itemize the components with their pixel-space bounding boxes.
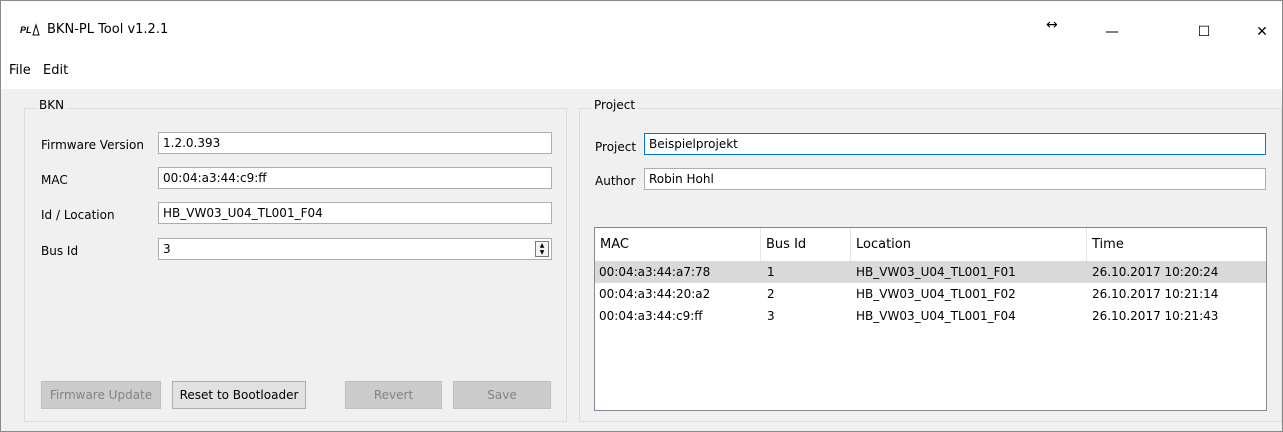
- close-button[interactable]: ✕: [1239, 17, 1283, 47]
- mac-label: MAC: [41, 173, 68, 187]
- project-label: Project: [595, 140, 637, 154]
- menu-file[interactable]: File: [9, 63, 31, 78]
- app-logo-text: PL: [20, 25, 32, 35]
- table-row[interactable]: 00:04:a3:44:a7:78 1 HB_VW03_U04_TL001_F0…: [595, 261, 1266, 283]
- cell-location: HB_VW03_U04_TL001_F04: [856, 309, 1016, 323]
- menu-bar: File Edit: [1, 57, 1282, 89]
- app-logo-icon: PL: [20, 23, 40, 36]
- cell-time: 26.10.2017 10:21:43: [1092, 309, 1219, 323]
- cell-mac: 00:04:a3:44:a7:78: [599, 265, 711, 279]
- author-field[interactable]: Robin Hohl: [644, 168, 1266, 190]
- author-label: Author: [595, 174, 636, 188]
- cell-location: HB_VW03_U04_TL001_F01: [856, 265, 1016, 279]
- bkn-groupbox: [24, 108, 567, 422]
- minimize-icon: —: [1105, 24, 1119, 40]
- column-header-location[interactable]: Location: [851, 228, 1087, 261]
- cell-time: 26.10.2017 10:21:14: [1092, 287, 1219, 301]
- reset-bootloader-button[interactable]: Reset to Bootloader: [172, 381, 306, 409]
- column-header-mac[interactable]: MAC: [595, 228, 761, 261]
- firmware-label: Firmware Version: [41, 138, 144, 152]
- project-group-title: Project: [591, 98, 639, 112]
- table-row[interactable]: 00:04:a3:44:20:a2 2 HB_VW03_U04_TL001_F0…: [595, 283, 1266, 305]
- maximize-icon: ☐: [1197, 24, 1211, 40]
- column-header-time[interactable]: Time: [1087, 228, 1266, 261]
- menu-edit[interactable]: Edit: [43, 63, 68, 78]
- cell-location: HB_VW03_U04_TL001_F02: [856, 287, 1016, 301]
- revert-button[interactable]: Revert: [345, 381, 442, 409]
- maximize-button[interactable]: ☐: [1181, 17, 1227, 47]
- mac-field[interactable]: 00:04:a3:44:c9:ff: [158, 167, 552, 189]
- close-icon: ✕: [1256, 24, 1268, 40]
- cell-busid: 2: [767, 287, 775, 301]
- spin-arrows-icon[interactable]: ▲ ▼: [535, 241, 549, 257]
- save-button[interactable]: Save: [453, 381, 551, 409]
- cell-mac: 00:04:a3:44:c9:ff: [599, 309, 703, 323]
- cell-time: 26.10.2017 10:20:24: [1092, 265, 1219, 279]
- firmware-version-field[interactable]: 1.2.0.393: [158, 132, 552, 154]
- busid-label: Bus Id: [41, 244, 79, 258]
- title-bar[interactable]: PL BKN-PL Tool v1.2.1 ↔ — ☐ ✕: [1, 1, 1282, 57]
- window-title: BKN-PL Tool v1.2.1: [47, 22, 169, 37]
- firmware-update-button[interactable]: Firmware Update: [41, 381, 161, 409]
- minimize-button[interactable]: —: [1089, 17, 1135, 47]
- cell-busid: 3: [767, 309, 775, 323]
- table-row[interactable]: 00:04:a3:44:c9:ff 3 HB_VW03_U04_TL001_F0…: [595, 305, 1266, 327]
- busid-value: 3: [163, 242, 171, 256]
- cell-mac: 00:04:a3:44:20:a2: [599, 287, 711, 301]
- device-table[interactable]: MAC Bus Id Location Time 00:04:a3:44:a7:…: [594, 227, 1267, 411]
- cell-busid: 1: [767, 265, 775, 279]
- resize-icon: ↔: [1046, 17, 1058, 33]
- location-field[interactable]: HB_VW03_U04_TL001_F04: [158, 202, 552, 224]
- main-window: PL BKN-PL Tool v1.2.1 ↔ — ☐ ✕ File Edit …: [0, 0, 1283, 432]
- busid-spinbox[interactable]: 3 ▲ ▼: [158, 238, 552, 260]
- bkn-group-title: BKN: [36, 98, 68, 112]
- column-header-busid[interactable]: Bus Id: [761, 228, 851, 261]
- project-name-field[interactable]: Beispielprojekt: [644, 133, 1266, 155]
- location-label: Id / Location: [41, 208, 115, 222]
